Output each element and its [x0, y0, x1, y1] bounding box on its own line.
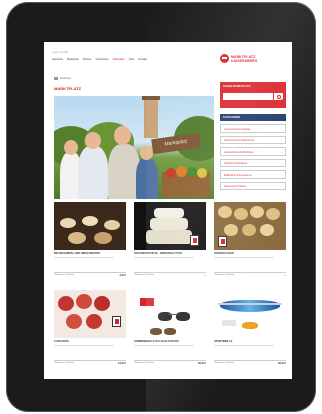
search-title: SUCHE MARKTPLATZ: [223, 85, 251, 88]
main-navigation: Startseite Marktplatz Partner Gutscheine…: [52, 58, 147, 61]
chevron-right-icon: ›: [281, 150, 282, 154]
marketplace-search-panel: SUCHE MARKTPLATZ: [220, 82, 286, 108]
product-card[interactable]: SPORTBRILLE Lieferbar in 1 Woche 69,00 €: [214, 290, 286, 372]
category-item[interactable]: Haushalt & Handwerk ›: [220, 158, 286, 167]
category-item[interactable]: Gesundheit & Wohlbefinden ›: [220, 147, 286, 156]
product-price: 89,00 €: [198, 362, 206, 365]
product-name[interactable]: HONIGKUCHEN: [214, 252, 286, 255]
product-image[interactable]: [214, 290, 286, 338]
breadcrumb-current: Marktplatz: [60, 77, 72, 80]
product-footer: Lieferbar in 1 Woche 4,50 €: [54, 272, 126, 277]
logo-line-1: MARKTPLATZ: [231, 54, 256, 59]
nav-item-jobs[interactable]: Jobs: [129, 58, 134, 61]
category-item[interactable]: Bekleidung & Accessoires ›: [220, 170, 286, 179]
product-badge-icon: [112, 316, 121, 327]
chevron-right-icon: ›: [281, 185, 282, 188]
product-footer: Lieferbar in 1 Woche 24,00 €: [54, 360, 126, 365]
site-logo[interactable]: MARKTPLATZ KAISERSBERG: [220, 54, 257, 63]
product-image[interactable]: [214, 202, 286, 250]
search-button[interactable]: [274, 93, 283, 100]
chevron-right-icon: ›: [281, 162, 282, 165]
nav-item-partner[interactable]: Partner: [83, 58, 92, 61]
product-footer: Lieferbar in 1 Woche --: [214, 272, 286, 277]
product-footer: Lieferbar in 1 Woche 69,00 €: [214, 360, 286, 365]
product-name[interactable]: SPORTBRILLE: [214, 340, 286, 343]
chevron-right-icon: ›: [281, 173, 282, 177]
chevron-right-icon: ›: [281, 127, 282, 131]
product-card[interactable]: CUPCAKES Lieferbar in 1 Woche 24,00 €: [54, 290, 126, 372]
search-icon: [276, 94, 281, 99]
product-image[interactable]: [54, 290, 126, 338]
home-icon[interactable]: [54, 77, 58, 80]
nav-item-home[interactable]: Startseite: [52, 58, 63, 61]
product-price: --: [284, 274, 286, 277]
product-divider: [214, 257, 274, 262]
category-heading: KATEGORIEN: [220, 114, 286, 121]
nav-item-contact[interactable]: Kontakt: [138, 58, 147, 61]
product-price: 24,00 €: [118, 362, 126, 365]
chevron-right-icon: ›: [281, 139, 282, 142]
product-divider: [214, 345, 274, 350]
category-item[interactable]: Spielzeug & Hobbies ›: [220, 181, 286, 190]
product-divider: [134, 257, 194, 262]
product-footer: Lieferbar in 1 Woche 89,00 €: [134, 360, 206, 365]
product-card[interactable]: SONNENBRILLE RAY-BAN AVIATOR Lieferbar i…: [134, 290, 206, 372]
product-name[interactable]: WILDSCHWEIN- UND HIRSCHWURST: [54, 252, 126, 255]
product-badge-icon: [218, 236, 227, 247]
logo-mark-icon: [220, 54, 229, 63]
hero-image: Marktplatz: [54, 96, 214, 199]
product-name[interactable]: CUPCAKES: [54, 340, 126, 343]
nav-item-marketplace[interactable]: Marktplatz: [67, 58, 79, 61]
product-card[interactable]: HONIGKUCHEN Lieferbar in 1 Woche --: [214, 202, 286, 284]
product-image[interactable]: [134, 202, 206, 250]
web-page: Login | Kontakt Startseite Marktplatz Pa…: [44, 42, 292, 379]
product-card[interactable]: HOCHZEITSTORTE - BIRKENBLÄTTER Lieferbar…: [134, 202, 206, 284]
church-tower: [142, 96, 160, 138]
search-input[interactable]: [223, 93, 273, 100]
product-divider: [134, 345, 194, 350]
product-footer: Lieferbar in 1 Woche --: [134, 272, 206, 277]
product-image[interactable]: [54, 202, 126, 250]
product-divider: [54, 345, 114, 350]
category-item[interactable]: Gastronomie & Gastronomie ›: [220, 135, 286, 144]
product-name[interactable]: HOCHZEITSTORTE - BIRKENBLÄTTER: [134, 252, 206, 255]
product-price: --: [204, 274, 206, 277]
product-badge-icon: [190, 235, 199, 246]
nav-item-marketplace-active[interactable]: Marktplatz: [113, 58, 125, 61]
page-title: MARKTPLATZ: [54, 86, 82, 91]
product-price: 4,50 €: [119, 274, 126, 277]
tablet-frame: Login | Kontakt Startseite Marktplatz Pa…: [6, 2, 316, 412]
product-name[interactable]: SONNENBRILLE RAY-BAN AVIATOR: [134, 340, 206, 343]
product-price: 69,00 €: [278, 362, 286, 365]
category-item[interactable]: Lebensmittel & Getränke ›: [220, 124, 286, 133]
nav-item-vouchers[interactable]: Gutscheine: [95, 58, 108, 61]
product-divider: [54, 257, 114, 262]
product-card[interactable]: WILDSCHWEIN- UND HIRSCHWURST Lieferbar i…: [54, 202, 126, 284]
header-meta-links[interactable]: Login | Kontakt: [52, 51, 68, 54]
product-image[interactable]: [134, 290, 206, 338]
logo-line-2: KAISERSBERG: [231, 58, 258, 63]
breadcrumb: Marktplatz: [54, 77, 71, 80]
